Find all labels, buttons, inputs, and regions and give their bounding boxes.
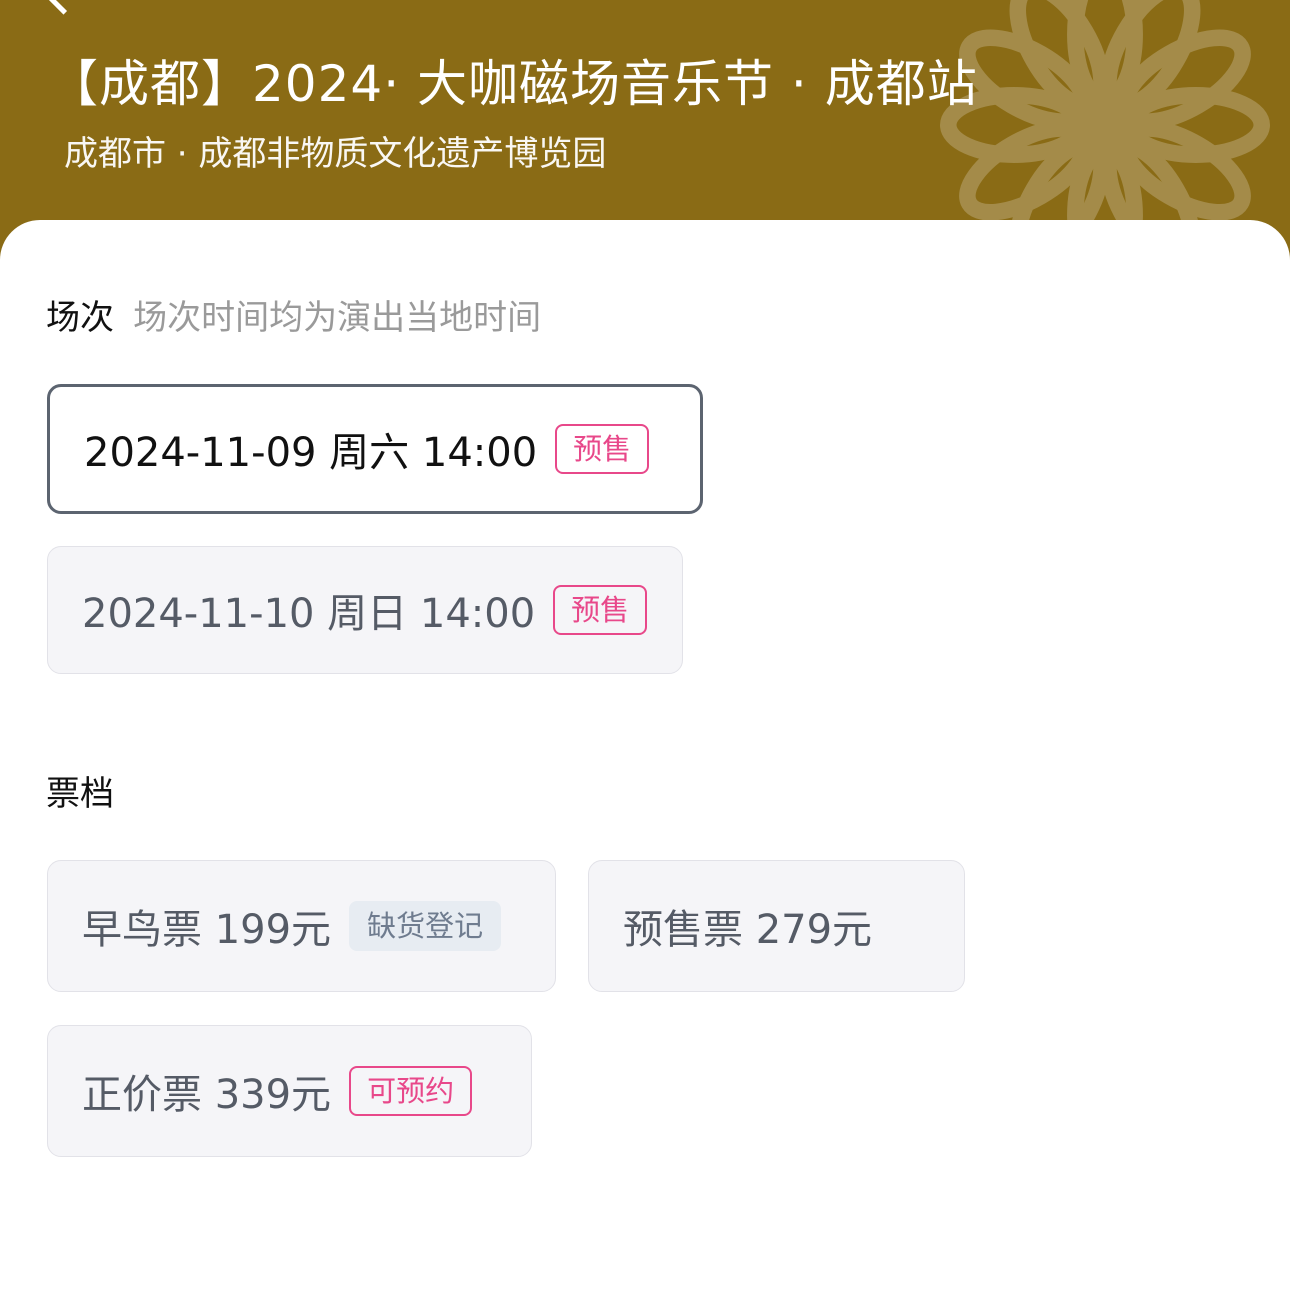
presale-badge: 预售 bbox=[553, 584, 648, 636]
session-option-label: 2024-11-10 周日 14:00 bbox=[82, 591, 536, 637]
presale-badge: 预售 bbox=[555, 423, 650, 475]
session-option-2[interactable]: 2024-11-10 周日 14:00 预售 bbox=[47, 546, 683, 674]
back-icon[interactable] bbox=[44, 0, 83, 15]
ticket-option-early-bird[interactable]: 早鸟票 199元 缺货登记 bbox=[47, 860, 556, 992]
ticket-option-label: 预售票 279元 bbox=[623, 907, 873, 953]
reservable-badge: 可预约 bbox=[349, 1065, 473, 1117]
ticket-option-presale[interactable]: 预售票 279元 bbox=[588, 860, 965, 992]
ticket-option-label: 正价票 339元 bbox=[82, 1072, 332, 1118]
session-option-label: 2024-11-09 周六 14:00 bbox=[84, 430, 538, 476]
session-option-1[interactable]: 2024-11-09 周六 14:00 预售 bbox=[47, 384, 703, 514]
session-section-header: 场次 场次时间均为演出当地时间 bbox=[46, 290, 541, 339]
session-section-title: 场次 bbox=[46, 298, 114, 338]
event-title: 【成都】2024· 大咖磁场音乐节 · 成都站 bbox=[48, 55, 978, 113]
ticket-section-header: 票档 bbox=[46, 766, 114, 815]
ticket-option-label: 早鸟票 199元 bbox=[82, 907, 332, 953]
out-of-stock-register-badge[interactable]: 缺货登记 bbox=[349, 900, 502, 952]
ticket-section-title: 票档 bbox=[46, 774, 114, 814]
ticket-option-regular[interactable]: 正价票 339元 可预约 bbox=[47, 1025, 532, 1157]
session-time-hint: 场次时间均为演出当地时间 bbox=[133, 298, 542, 338]
event-venue: 成都市 · 成都非物质文化遗产博览园 bbox=[64, 134, 607, 174]
